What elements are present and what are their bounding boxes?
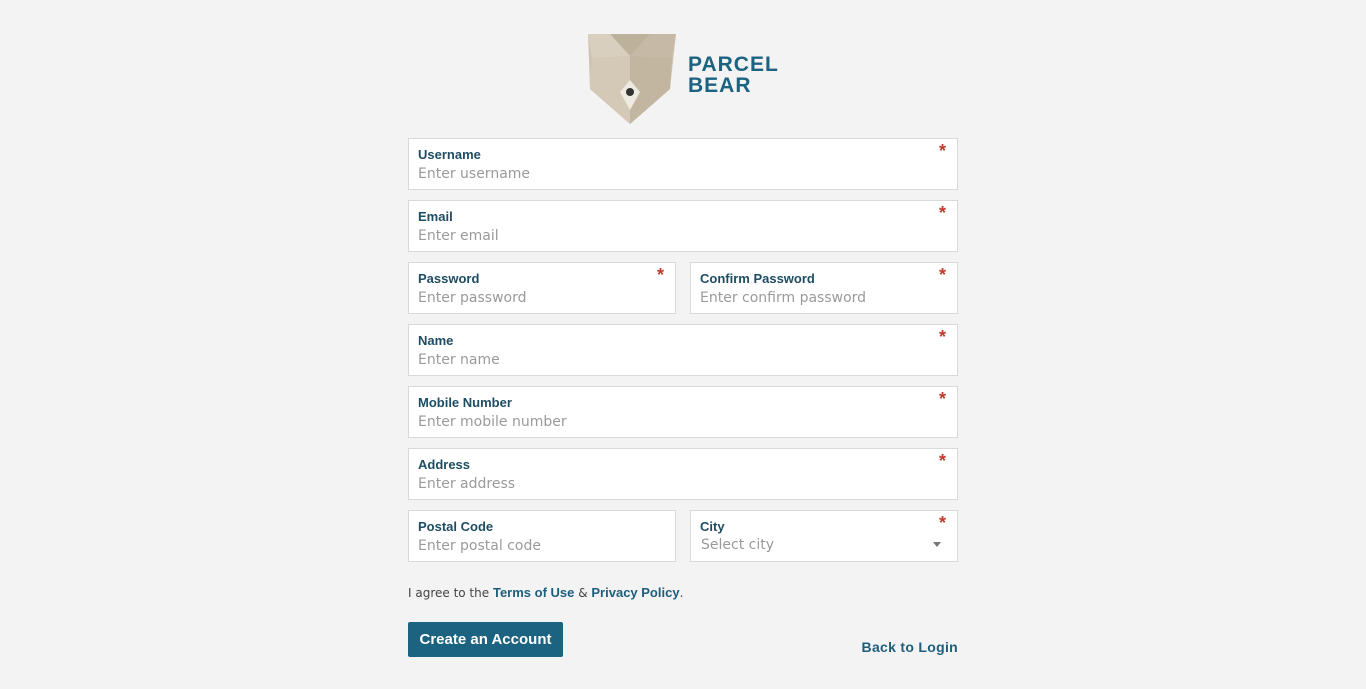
postal-code-label: Postal Code — [418, 519, 494, 534]
required-marker: * — [938, 141, 946, 161]
email-label: Email — [418, 209, 453, 224]
mobile-number-label: Mobile Number — [418, 395, 512, 410]
required-marker: * — [938, 265, 946, 285]
username-field[interactable]: Username * — [408, 138, 958, 190]
password-field[interactable]: Password * — [408, 262, 676, 314]
password-label: Password — [418, 271, 480, 286]
mobile-number-field[interactable]: Mobile Number * — [408, 386, 958, 438]
confirm-password-input[interactable] — [700, 288, 926, 308]
required-marker: * — [656, 265, 664, 285]
mobile-number-input[interactable] — [418, 412, 926, 432]
terms-of-use-link[interactable]: Terms of Use — [493, 585, 574, 600]
city-label: City — [700, 519, 725, 534]
name-label: Name — [418, 333, 454, 348]
address-field[interactable]: Address * — [408, 448, 958, 500]
address-input[interactable] — [418, 474, 926, 494]
agreement-text: I agree to the Terms of Use & Privacy Po… — [408, 585, 683, 600]
postal-code-field[interactable]: Postal Code — [408, 510, 676, 562]
confirm-password-label: Confirm Password — [700, 271, 815, 286]
agreement-prefix: I agree to the — [408, 586, 490, 600]
back-to-login-link[interactable]: Back to Login — [862, 639, 958, 655]
required-marker: * — [938, 389, 946, 409]
agreement-suffix: . — [679, 586, 684, 600]
address-label: Address — [418, 457, 471, 472]
brand-line-2: BEAR — [688, 74, 752, 97]
brand-line-1: PARCEL — [688, 53, 779, 76]
parcel-bear-logo: PARCEL BEAR — [582, 34, 792, 126]
password-input[interactable] — [418, 288, 644, 308]
create-account-button[interactable]: Create an Account — [408, 622, 563, 657]
bear-box-icon — [588, 34, 676, 124]
city-selected-value[interactable]: Select city — [701, 537, 774, 553]
brand-name: PARCEL BEAR — [688, 54, 779, 96]
agreement-amp: & — [578, 586, 588, 600]
email-input[interactable] — [418, 226, 926, 246]
confirm-password-field[interactable]: Confirm Password * — [690, 262, 958, 314]
required-marker: * — [938, 203, 946, 223]
register-page: PARCEL BEAR Username * Email * Password … — [0, 0, 1366, 689]
email-field[interactable]: Email * — [408, 200, 958, 252]
city-select[interactable]: City Select city * — [690, 510, 958, 562]
privacy-policy-link[interactable]: Privacy Policy — [591, 585, 679, 600]
required-marker: * — [938, 451, 946, 471]
caret-down-icon[interactable] — [933, 542, 941, 547]
postal-code-input[interactable] — [418, 536, 644, 556]
username-input[interactable] — [418, 164, 926, 184]
required-marker: * — [938, 513, 946, 533]
username-label: Username — [418, 147, 481, 162]
required-marker: * — [938, 327, 946, 347]
name-input[interactable] — [418, 350, 926, 370]
name-field[interactable]: Name * — [408, 324, 958, 376]
